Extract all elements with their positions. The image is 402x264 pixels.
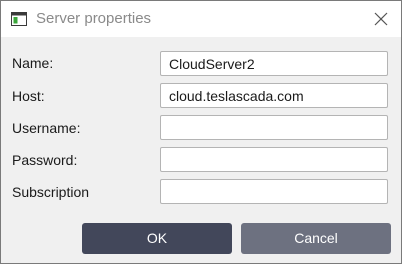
host-label: Host:: [12, 88, 45, 104]
close-button[interactable]: [363, 1, 399, 37]
window-app-icon: [11, 12, 27, 26]
username-field[interactable]: [160, 115, 388, 140]
ok-button[interactable]: OK: [82, 223, 232, 254]
subscription-field[interactable]: [160, 179, 388, 204]
username-label: Username:: [12, 120, 81, 136]
name-label: Name:: [12, 55, 54, 71]
password-label: Password:: [12, 152, 78, 168]
cancel-button[interactable]: Cancel: [241, 223, 391, 254]
close-icon: [374, 12, 388, 26]
password-field[interactable]: [160, 147, 388, 172]
title-bar[interactable]: Server properties: [1, 1, 401, 37]
dialog-title: Server properties: [36, 10, 152, 27]
subscription-label: Subscription: [12, 184, 90, 200]
name-field[interactable]: [160, 51, 388, 76]
host-field[interactable]: [160, 83, 388, 108]
server-properties-dialog: Server properties Name: Host: Username: …: [0, 0, 402, 264]
